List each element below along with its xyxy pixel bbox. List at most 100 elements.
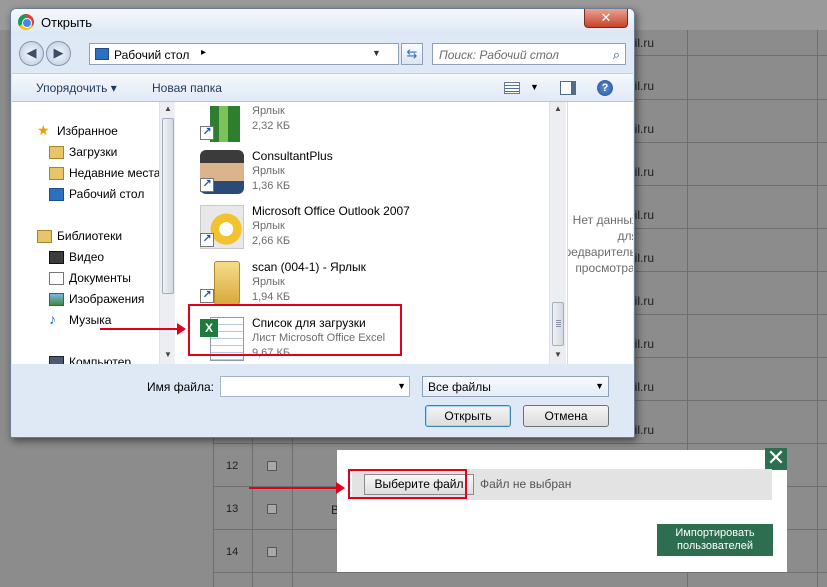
file-item[interactable]: ↗ ConsultantPlus Ярлык 1,36 КБ	[196, 146, 526, 198]
row-checkbox[interactable]	[267, 504, 277, 514]
forward-button[interactable]: ▶	[46, 41, 71, 66]
table-row-number: 14	[226, 546, 239, 558]
file-name: Microsoft Office Outlook 2007	[252, 204, 410, 218]
view-options-icon[interactable]	[504, 82, 520, 94]
nav-item-video[interactable]: Видео	[49, 250, 105, 264]
filename-label: Имя файла:	[147, 380, 214, 394]
nav-label: Библиотеки	[57, 229, 123, 243]
scroll-down-icon[interactable]: ▼	[554, 350, 562, 359]
nav-label: Изображения	[69, 292, 145, 306]
shortcut-arrow-icon: ↗	[200, 178, 214, 192]
shortcut-arrow-icon: ↗	[200, 126, 214, 140]
preview-pane: Нет данных для предварительного просмотр…	[567, 102, 633, 364]
address-bar-row: ◀ ▶ Рабочий стол ▸ ▼ ⇆ Поиск: Рабочий ст…	[19, 41, 626, 67]
view-dropdown-icon[interactable]: ▼	[530, 82, 539, 92]
row-checkbox[interactable]	[267, 461, 277, 471]
file-size: 2,32 КБ	[252, 120, 291, 132]
nav-label: Загрузки	[69, 145, 118, 159]
music-icon: ♪	[49, 311, 56, 327]
desktop-icon	[95, 48, 109, 60]
file-item[interactable]: ↗ Microsoft Office Outlook 2007 Ярлык 2,…	[196, 201, 526, 253]
table-row-line	[213, 443, 827, 444]
nav-item-libraries[interactable]: Библиотеки	[37, 229, 123, 243]
new-folder-button[interactable]: Новая папка	[152, 81, 222, 95]
close-button[interactable]: ✕	[584, 9, 628, 28]
computer-icon	[49, 356, 64, 364]
preview-pane-icon[interactable]	[560, 81, 576, 95]
table-row-number: 13	[226, 503, 239, 515]
refresh-button[interactable]: ⇆	[401, 43, 423, 65]
address-dropdown-icon[interactable]: ▼	[372, 48, 381, 58]
nav-label: Избранное	[57, 124, 118, 138]
file-name: ConsultantPlus	[252, 149, 333, 163]
organize-button[interactable]: Упорядочить ▾	[36, 81, 117, 95]
nav-item-computer[interactable]: Компьютер	[49, 355, 132, 364]
recent-places-icon	[49, 167, 64, 180]
highlight-box-file	[188, 304, 402, 356]
search-input[interactable]: Поиск: Рабочий стол ⌕	[432, 43, 626, 65]
nav-item-images[interactable]: Изображения	[49, 292, 145, 306]
folder-icon	[214, 261, 240, 305]
dialog-toolbar: Упорядочить ▾ Новая папка ▼ ?	[12, 73, 633, 102]
address-bar[interactable]: Рабочий стол ▸ ▼	[89, 43, 399, 65]
file-type-filter[interactable]: Все файлы ▼	[422, 376, 609, 397]
search-icon[interactable]: ⌕	[613, 47, 620, 63]
import-users-button[interactable]: Импортировать пользователей	[657, 524, 773, 556]
navigation-pane: ★ Избранное Загрузки Недавние места Рабо…	[12, 102, 175, 364]
nav-item-recent[interactable]: Недавние места	[49, 166, 161, 180]
filename-input[interactable]: ▼	[220, 376, 410, 397]
scrollbar-thumb[interactable]	[552, 302, 564, 346]
nav-scrollbar[interactable]: ▲ ▼	[159, 102, 175, 364]
chrome-icon	[18, 14, 34, 30]
nav-label: Компьютер	[69, 355, 132, 364]
star-icon: ★	[37, 122, 50, 138]
open-button[interactable]: Открыть	[425, 405, 511, 427]
nav-item-music[interactable]: ♪ Музыка	[49, 311, 111, 327]
app-shortcut-icon	[210, 106, 240, 142]
file-type: Ярлык	[252, 220, 285, 232]
filter-dropdown-icon[interactable]: ▼	[595, 381, 604, 391]
file-type: Ярлык	[252, 276, 285, 288]
filename-dropdown-icon[interactable]: ▼	[397, 381, 406, 391]
table-row-line	[213, 572, 827, 573]
breadcrumb-chevron-icon[interactable]: ▸	[201, 47, 206, 58]
modal-close-icon[interactable]: ✕	[765, 447, 787, 470]
back-button[interactable]: ◀	[19, 41, 44, 66]
scrollbar-thumb[interactable]	[162, 118, 174, 294]
scroll-up-icon[interactable]: ▲	[164, 104, 172, 113]
dialog-title: Открыть	[41, 15, 93, 30]
nav-label: Недавние места	[69, 166, 161, 180]
table-row-number: 12	[226, 460, 239, 472]
file-type: Ярлык	[252, 165, 285, 177]
scroll-down-icon[interactable]: ▼	[164, 350, 172, 359]
scroll-up-icon[interactable]: ▲	[554, 104, 562, 113]
nav-label: Рабочий стол	[69, 187, 145, 201]
file-size: 1,36 КБ	[252, 180, 291, 192]
desktop-icon	[49, 188, 64, 201]
preview-text: Нет данных для предварительного просмотр…	[568, 213, 633, 275]
shortcut-arrow-icon: ↗	[200, 233, 214, 247]
nav-item-documents[interactable]: Документы	[49, 271, 131, 285]
highlight-arrow-choose	[249, 482, 345, 494]
dialog-titlebar: Открыть ✕	[11, 9, 634, 35]
file-size: 2,66 КБ	[252, 235, 291, 247]
file-item[interactable]: ↗ Ярлык 2,32 КБ	[196, 102, 526, 146]
nav-item-favorites[interactable]: ★ Избранное	[37, 122, 118, 138]
row-checkbox[interactable]	[267, 547, 277, 557]
nav-item-downloads[interactable]: Загрузки	[49, 145, 118, 159]
file-item[interactable]: ↗ scan (004-1) - Ярлык Ярлык 1,94 КБ	[196, 257, 526, 309]
no-file-text: Файл не выбран	[480, 477, 572, 491]
file-list-scrollbar[interactable]: ▲ ▼	[549, 102, 566, 364]
cancel-button[interactable]: Отмена	[523, 405, 609, 427]
file-type: Ярлык	[252, 105, 285, 117]
address-text: Рабочий стол	[114, 48, 190, 62]
nav-label: Видео	[69, 250, 105, 264]
file-name: scan (004-1) - Ярлык	[252, 260, 366, 274]
nav-item-desktop[interactable]: Рабочий стол	[49, 187, 145, 201]
highlight-box-choose	[348, 469, 467, 499]
help-icon[interactable]: ?	[597, 80, 613, 96]
file-size: 1,94 КБ	[252, 291, 291, 303]
filter-value: Все файлы	[428, 380, 491, 394]
libraries-icon	[37, 230, 52, 243]
open-file-dialog: Открыть ✕ ◀ ▶ Рабочий стол ▸ ▼ ⇆ Поиск: …	[10, 8, 635, 438]
